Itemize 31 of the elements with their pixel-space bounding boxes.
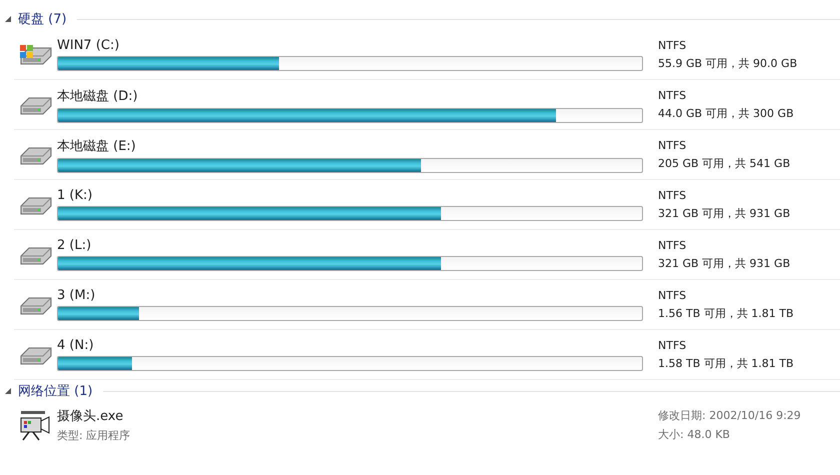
video-camera-icon	[18, 408, 52, 442]
drive-name[interactable]: 本地磁盘 (D:)	[57, 86, 643, 104]
drive-name[interactable]: 3 (M:)	[57, 288, 643, 303]
free-space: 1.56 TB 可用，共 1.81 TB	[658, 306, 794, 320]
drive-name[interactable]: 4 (N:)	[57, 338, 643, 353]
system-drive-icon	[18, 44, 52, 66]
drive-name[interactable]: 2 (L:)	[57, 238, 643, 253]
file-system: NTFS	[658, 238, 688, 252]
free-space: 321 GB 可用，共 931 GB	[658, 256, 790, 270]
file-system: NTFS	[658, 88, 688, 102]
free-space: 55.9 GB 可用，共 90.0 GB	[658, 56, 798, 70]
free-space: 321 GB 可用，共 931 GB	[658, 206, 790, 220]
free-space: 205 GB 可用，共 541 GB	[658, 156, 790, 170]
collapse-arrow-icon[interactable]	[4, 387, 12, 395]
file-system: NTFS	[658, 338, 688, 352]
group-header[interactable]: 网络位置 (1)	[18, 382, 93, 400]
group-header[interactable]: 硬盘 (7)	[18, 10, 67, 28]
drive-name[interactable]: WIN7 (C:)	[57, 38, 643, 53]
drive-name[interactable]: 本地磁盘 (E:)	[57, 136, 643, 154]
file-system: NTFS	[658, 188, 688, 202]
file-size: 大小: 48.0 KB	[658, 427, 731, 442]
free-space: 1.58 TB 可用，共 1.81 TB	[658, 356, 794, 370]
file-system: NTFS	[658, 138, 688, 152]
drive-name[interactable]: 1 (K:)	[57, 188, 643, 203]
modified-date: 修改日期: 2002/10/16 9:29	[658, 408, 801, 423]
file-name[interactable]: 摄像头.exe	[57, 407, 643, 425]
file-type: 类型: 应用程序	[57, 428, 132, 443]
free-space: 44.0 GB 可用，共 300 GB	[658, 106, 794, 120]
collapse-arrow-icon[interactable]	[4, 15, 12, 23]
file-system: NTFS	[658, 288, 688, 302]
file-system: NTFS	[658, 38, 688, 52]
